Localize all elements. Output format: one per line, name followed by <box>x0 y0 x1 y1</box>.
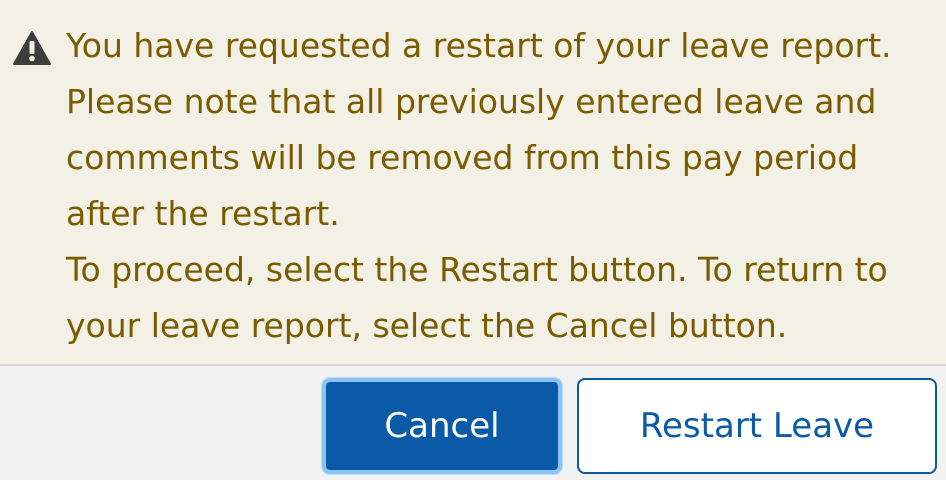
dialog-footer: Cancel Restart Leave <box>0 366 946 480</box>
warning-message: You have requested a restart of your lea… <box>66 18 936 354</box>
warning-paragraph-2: To proceed, select the Restart button. T… <box>66 250 888 345</box>
warning-paragraph-1: You have requested a restart of your lea… <box>66 26 892 233</box>
restart-leave-dialog: You have requested a restart of your lea… <box>0 0 946 480</box>
restart-leave-button[interactable]: Restart Leave <box>577 378 937 474</box>
warning-triangle-icon <box>12 30 52 66</box>
cancel-button[interactable]: Cancel <box>322 378 562 474</box>
warning-message-panel: You have requested a restart of your lea… <box>0 0 946 366</box>
